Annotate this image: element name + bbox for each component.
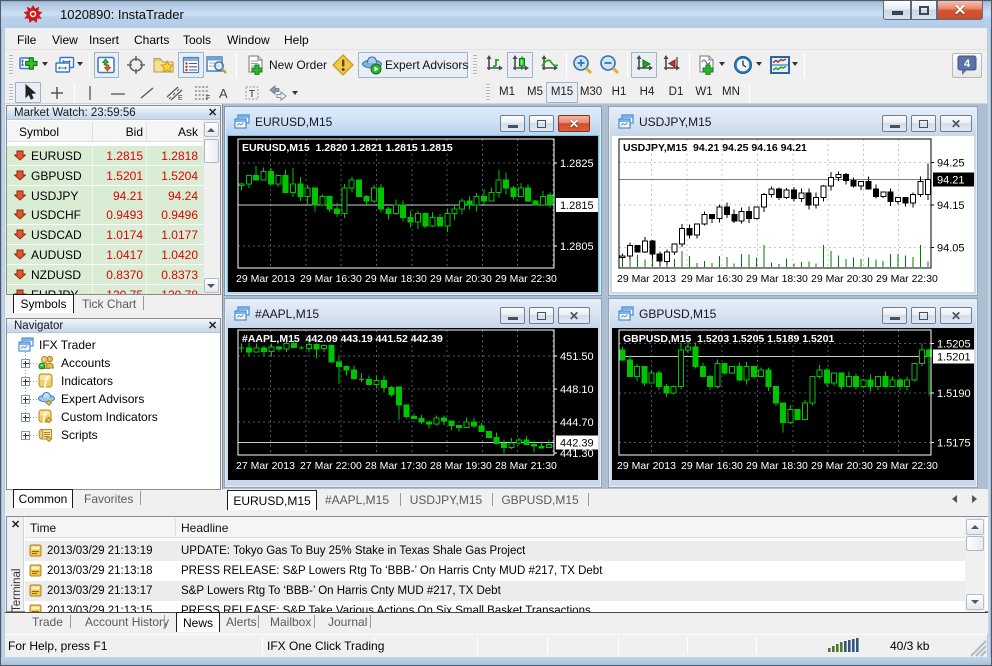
svg-text:29 Mar 18:30: 29 Mar 18:30 (746, 273, 808, 285)
svg-text:29 Mar 18:30: 29 Mar 18:30 (746, 460, 808, 472)
svg-text:1.5175: 1.5175 (937, 438, 971, 450)
svg-text:29 Mar 16:30: 29 Mar 16:30 (681, 273, 743, 285)
svg-text:29 Mar 2013: 29 Mar 2013 (236, 273, 295, 285)
svg-text:28 Mar 21:30: 28 Mar 21:30 (495, 460, 557, 472)
svg-text:29 Mar 16:30: 29 Mar 16:30 (681, 460, 743, 472)
svg-text:28 Mar 19:30: 28 Mar 19:30 (430, 460, 492, 472)
svg-text:29 Mar 2013: 29 Mar 2013 (617, 273, 676, 285)
svg-text:29 Mar 20:30: 29 Mar 20:30 (811, 460, 873, 472)
svg-text:#AAPL,M15 442.09 443.19 441.5: #AAPL,M15 442.09 443.19 441.52 442.39 (242, 333, 443, 345)
svg-text:T: T (249, 88, 256, 100)
svg-text:E: E (178, 95, 183, 101)
svg-text:1.5205: 1.5205 (937, 339, 971, 351)
svg-text:29 Mar 2013: 29 Mar 2013 (617, 460, 676, 472)
svg-text:94.15: 94.15 (937, 200, 965, 212)
svg-text:29 Mar 22:30: 29 Mar 22:30 (876, 273, 938, 285)
svg-text:USDJPY,M15 94.21 94.25 94.16: USDJPY,M15 94.21 94.25 94.16 94.21 (623, 142, 807, 154)
svg-text:28 Mar 17:30: 28 Mar 17:30 (365, 460, 427, 472)
svg-text:1.2825: 1.2825 (560, 158, 594, 170)
svg-text:27 Mar 2013: 27 Mar 2013 (236, 460, 295, 472)
svg-text:94.25: 94.25 (937, 157, 965, 169)
svg-text:27 Mar 22:00: 27 Mar 22:00 (300, 460, 362, 472)
svg-text:1.2805: 1.2805 (560, 241, 594, 253)
svg-text:441.30: 441.30 (560, 448, 594, 460)
svg-text:29 Mar 20:30: 29 Mar 20:30 (811, 273, 873, 285)
svg-text:4: 4 (964, 58, 971, 70)
svg-text:EURUSD,M15 1.2820 1.2821 1.28: EURUSD,M15 1.2820 1.2821 1.2815 1.2815 (242, 142, 453, 154)
svg-text:29 Mar 22:30: 29 Mar 22:30 (876, 460, 938, 472)
svg-text:451.50: 451.50 (560, 351, 594, 363)
svg-text:1.2815: 1.2815 (560, 200, 594, 212)
svg-text:444.70: 444.70 (560, 417, 594, 429)
svg-text:1.5201: 1.5201 (937, 352, 971, 364)
svg-text:29 Mar 16:30: 29 Mar 16:30 (300, 273, 362, 285)
svg-text:448.10: 448.10 (560, 384, 594, 396)
svg-text:94.21: 94.21 (937, 174, 965, 186)
svg-text:1.5190: 1.5190 (937, 388, 971, 400)
svg-text:29 Mar 18:30: 29 Mar 18:30 (365, 273, 427, 285)
svg-text:29 Mar 22:30: 29 Mar 22:30 (495, 273, 557, 285)
svg-text:94.05: 94.05 (937, 243, 965, 255)
svg-text:F: F (206, 95, 210, 101)
svg-text:29 Mar 20:30: 29 Mar 20:30 (430, 273, 492, 285)
svg-text:442.39: 442.39 (560, 438, 594, 450)
svg-text:GBPUSD,M15 1.5203 1.5205 1.51: GBPUSD,M15 1.5203 1.5205 1.5189 1.5201 (623, 333, 834, 345)
svg-text:Terminal: Terminal (11, 569, 23, 612)
